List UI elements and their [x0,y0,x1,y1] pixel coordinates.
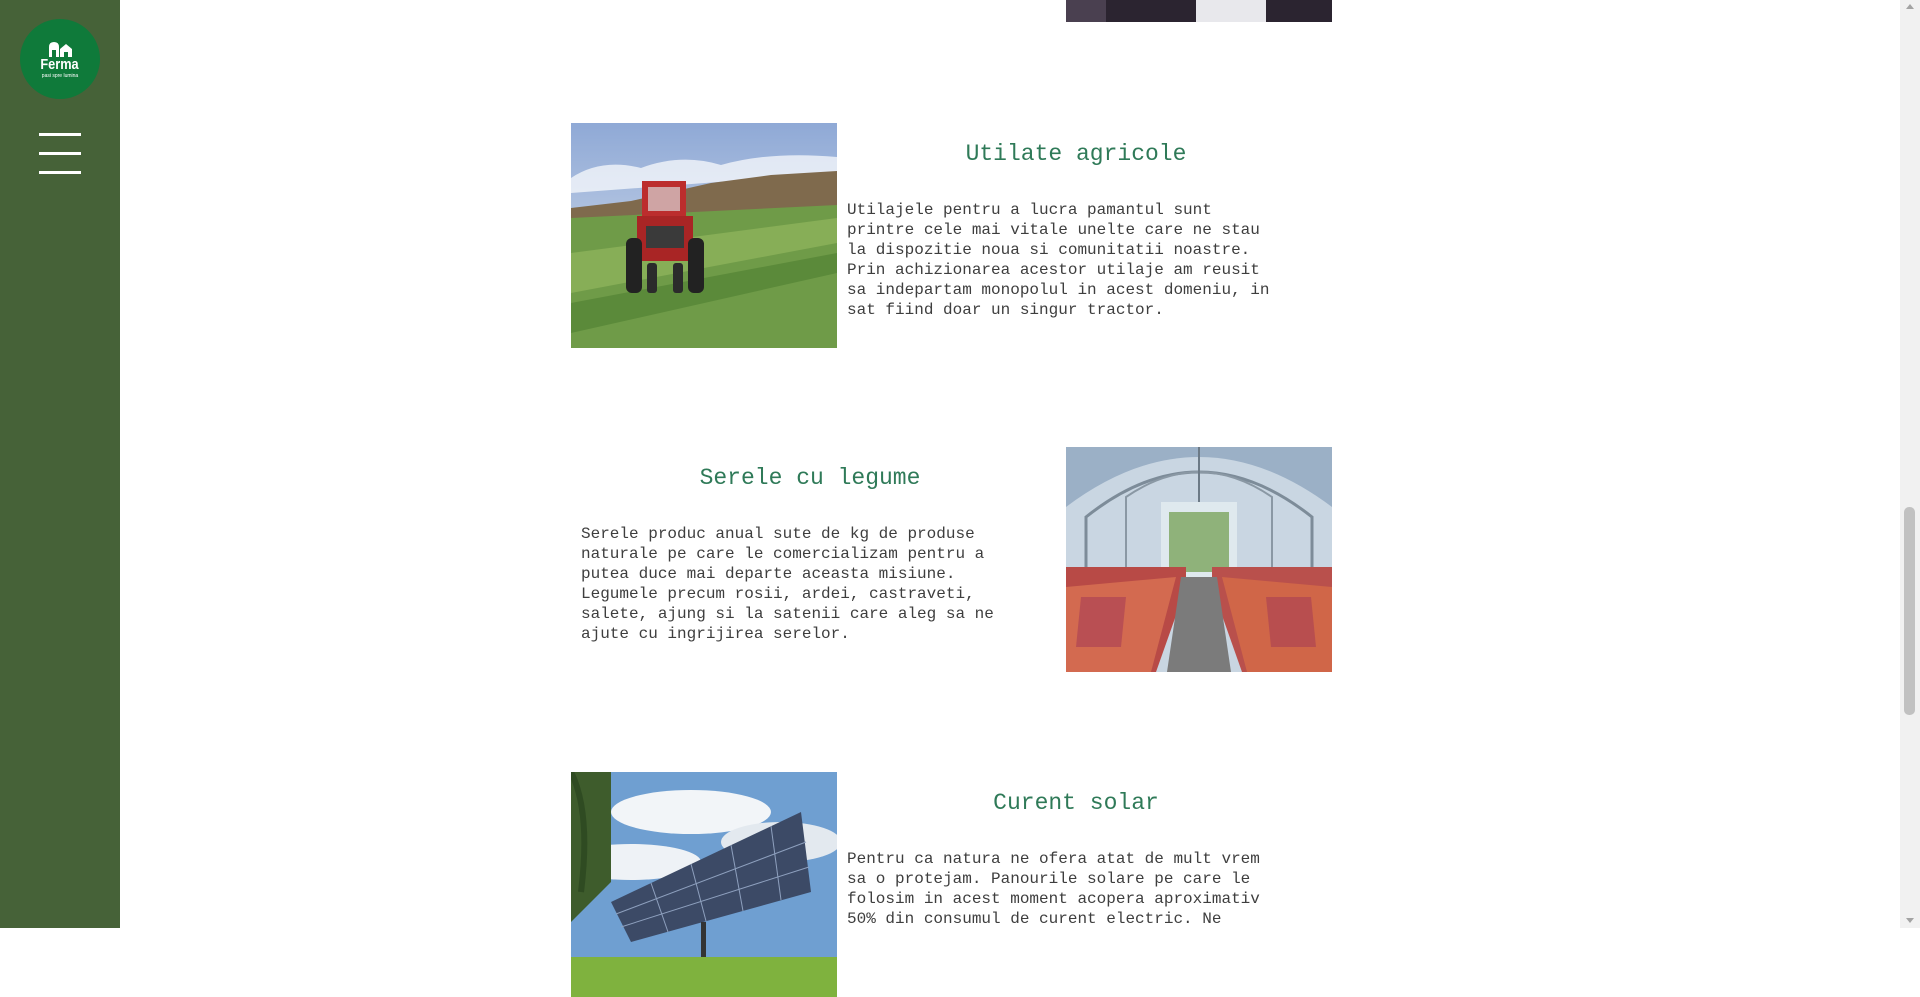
section-title-solar: Curent solar [993,790,1159,816]
scroll-down-arrow-icon[interactable] [1906,918,1914,923]
scroll-up-arrow-icon[interactable] [1906,4,1914,9]
tractor-image [571,123,837,348]
section-text-solar: Pentru ca natura ne ofera atat de mult v… [847,850,1260,928]
brand-tagline: pasi spre lumina [41,73,79,79]
hamburger-menu-icon[interactable] [39,132,81,176]
main-content: Utilate agricole Utilajele pentru a lucr… [120,0,1900,997]
section-title-serele: Serele cu legume [699,465,921,491]
section-title-utilate: Utilate agricole [965,141,1187,167]
section-text-serele: Serele produc anual sute de kg de produs… [581,525,994,643]
greenhouse-image [1066,447,1332,672]
section-text-utilate: Utilajele pentru a lucra pamantul sunt p… [847,201,1270,319]
brand-name: Ferma [40,56,80,73]
vertical-scrollbar[interactable] [1900,0,1920,928]
scrollbar-thumb[interactable] [1904,507,1915,715]
brand-logo[interactable]: Ferma pasi spre lumina [20,19,100,99]
farm-logo-icon [49,42,72,57]
solar-panels-image [571,772,837,997]
sidebar: Ferma pasi spre lumina [0,0,120,928]
previous-section-image [1066,0,1332,22]
